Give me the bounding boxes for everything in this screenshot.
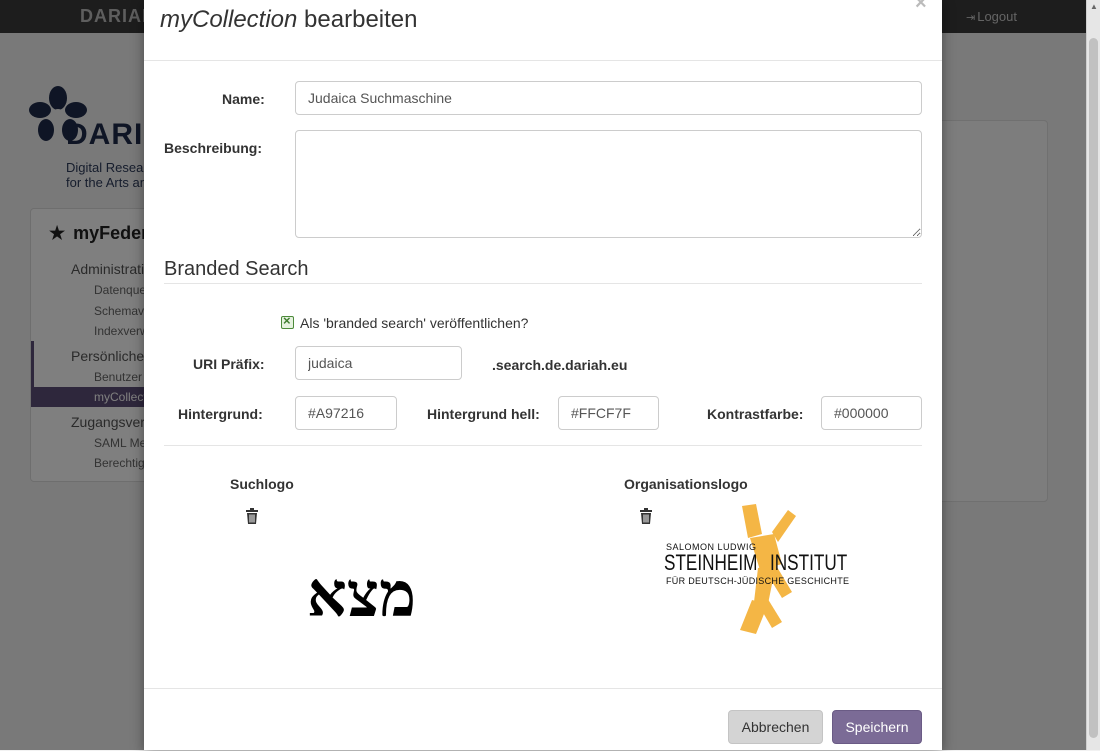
- uri-prefix-input[interactable]: [295, 346, 462, 380]
- orglogo-institut: INSTITUT: [770, 550, 848, 575]
- organisationslogo-image: SALOMON LUDWIG STEINHEIM INSTITUT FÜR DE…: [664, 504, 854, 636]
- scroll-up-arrow-icon[interactable]: ▲: [1090, 2, 1098, 11]
- uri-suffix: .search.de.dariah.eu: [492, 357, 628, 373]
- modal-title-rest: bearbeiten: [297, 6, 418, 33]
- cancel-button[interactable]: Abbrechen: [728, 710, 823, 744]
- modal-header: myCollection bearbeiten ×: [144, 0, 942, 61]
- background-color-input[interactable]: [295, 396, 397, 430]
- save-button[interactable]: Speichern: [832, 710, 922, 744]
- orglogo-line-2: STEINHEIM INSTITUT: [664, 550, 854, 576]
- description-label: Beschreibung:: [164, 140, 263, 156]
- modal-footer: Abbrechen Speichern: [144, 688, 942, 751]
- section-divider: [164, 283, 922, 284]
- contrast-color-input[interactable]: [821, 396, 922, 430]
- trash-icon[interactable]: [245, 508, 259, 524]
- name-label: Name:: [222, 91, 265, 107]
- publish-branded-search-label[interactable]: Als 'branded search' veröffentlichen?: [300, 315, 528, 331]
- orglogo-line-3: FÜR DEUTSCH-JÜDISCHE GESCHICHTE: [666, 576, 850, 586]
- close-icon[interactable]: ×: [915, 0, 927, 15]
- page-scrollbar[interactable]: ▲: [1086, 0, 1100, 750]
- modal-title: myCollection bearbeiten: [160, 6, 417, 34]
- branded-search-heading: Branded Search: [164, 258, 309, 280]
- orglogo-steinheim: STEINHEIM: [664, 550, 758, 575]
- background-color-label: Hintergrund:: [178, 406, 263, 422]
- modal-title-italic: myCollection: [160, 6, 298, 33]
- publish-branded-search-checkbox[interactable]: [281, 313, 294, 329]
- suchlogo-image: מצא: [289, 558, 434, 631]
- edit-collection-modal: myCollection bearbeiten × Name: Beschrei…: [144, 0, 942, 750]
- background-light-label: Hintergrund hell:: [427, 406, 540, 422]
- background-light-input[interactable]: [558, 396, 659, 430]
- description-textarea[interactable]: [295, 130, 922, 238]
- scrollbar-thumb[interactable]: [1089, 38, 1098, 738]
- name-input[interactable]: [295, 81, 922, 115]
- contrast-color-label: Kontrastfarbe:: [707, 406, 804, 422]
- orglogo-heading: Organisationslogo: [624, 476, 748, 492]
- suchlogo-hebrew-text: מצא: [306, 558, 417, 631]
- trash-icon[interactable]: [639, 508, 653, 524]
- logos-divider: [164, 445, 922, 446]
- suchlogo-heading: Suchlogo: [230, 476, 294, 492]
- uri-prefix-label: URI Präfix:: [193, 356, 265, 372]
